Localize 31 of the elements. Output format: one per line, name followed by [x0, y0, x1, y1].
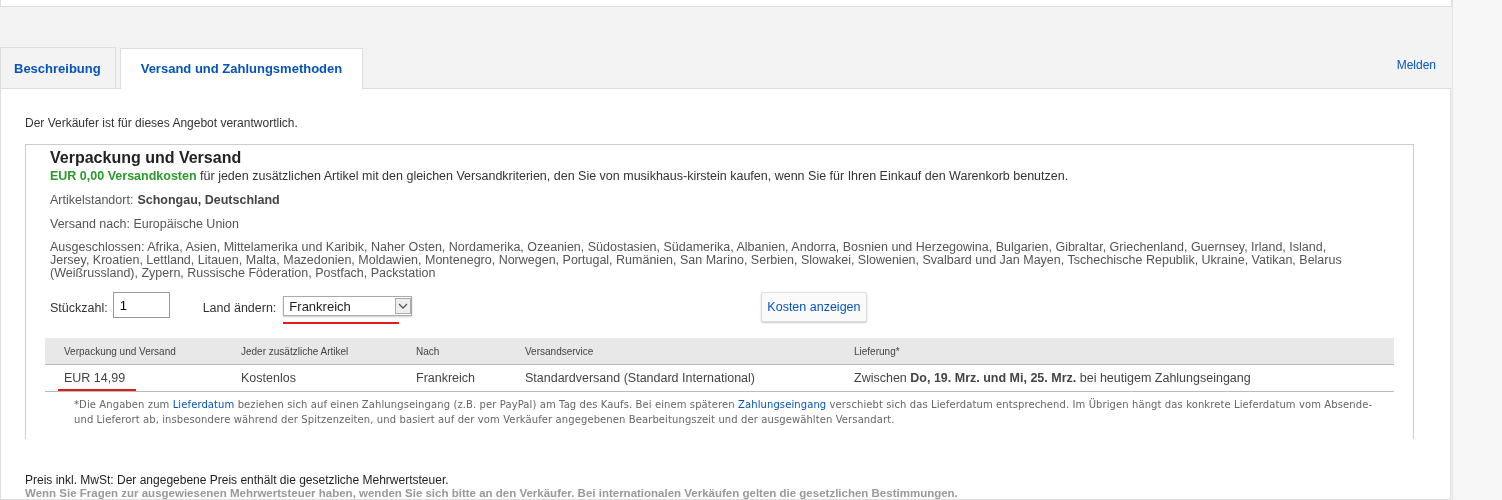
column-header: Verpackung und Versand: [63, 345, 177, 357]
quantity-field[interactable]: 1: [112, 292, 170, 318]
ships-to: Versand nach: Europäische Union: [50, 217, 240, 231]
tab[interactable]: Versand und Zahlungsmethoden: [119, 48, 364, 89]
column-header: Nach: [416, 345, 441, 357]
shipping-offer: EUR 0,00 Versandkosten für jeden zusätzlichen Artikel mit den gleichen Versandkriterien, den Sie von musikhaus-kirstein kaufen, wenn Sie für Ihren Einkauf den Warenkorb benutzen.: [50, 169, 1070, 183]
quantity-label: Stückzahl:: [50, 301, 108, 315]
caret-icon: [395, 298, 412, 314]
table-cell-text: Kostenlos: [241, 371, 297, 385]
country-dropdown[interactable]: Frankreich: [283, 296, 413, 316]
vat-note: Preis inkl. MwSt: Der angegebene Preis enthält die gesetzliche Mehrwertsteuer.: [25, 473, 450, 487]
country-label: Land ändern:: [202, 301, 277, 315]
seller-note: Der Verkäufer ist für dieses Angebot verantwortlich.: [25, 116, 299, 130]
show-costs-button[interactable]: Kosten anzeigen: [761, 292, 867, 322]
footnote-link[interactable]: Lieferdatum: [172, 399, 235, 410]
vat-hint: Wenn Sie Fragen zur ausgewiesenen Mehrwertsteuer haben, wenden Sie sich bitte an den Verkäufer. Bei internationalen Verkäufen gelten die gesetzlichen Bestimmungen.: [25, 487, 959, 499]
footnote-link[interactable]: Zahlungseingang: [738, 399, 827, 410]
report-link[interactable]: Melden: [1396, 58, 1436, 72]
table-cell-text: Standardversand (Standard International): [525, 371, 756, 385]
delivery-footnote: *Die Angaben zum Lieferdatum beziehen sich auf einen Zahlungseingang (z.B. per PayPal) am Tag des Kaufs. Bei einem späteren Zahlungseingang verschiebt sich das Lieferdatum entsprechend. Im Übrigen hängt das konkrete Lieferdatum vom Absende- und Lieferort ab, insbesondere während der Spitzenzeiten, und basiert auf der vom Verkäufer angegebenen Bearbeitungszeit und der ausgewählten Versandart.: [73, 397, 1374, 427]
table-cell-text: EUR 14,99: [64, 371, 127, 385]
table-cell-text: Frankreich: [416, 371, 477, 385]
column-header: Lieferung*: [854, 345, 901, 357]
location-label: Artikelstandort:: [50, 193, 134, 207]
section-title: Verpackung und Versand: [50, 149, 243, 167]
column-header: Jeder zusätzliche Artikel: [241, 345, 350, 357]
excluded-regions: Ausgeschlossen: Afrika, Asien, Mittelamerika und Karibik, Naher Osten, Nordamerika, Ozeanien, Südostasien, Südamerika, Albanien, Andorra, Bosnien und Herzegowina, Bulgarien, Gibraltar, Griechenland, Guernsey, Irland, Island, Jersey, Kroatien, Lettland, Litauen, Malta, Mazedonien, Moldawien, Montenegro, Norwegen, Portugal, Rumänien, San Marino, Serbien, Slowakei, Slowenien, Svalbard und Jan Mayen, Tschechische Republik, Ukraine, Vatikan, Belarus (Weißrussland), Zypern, Russische Föderation, Postfach, Packstation: [50, 241, 1343, 280]
tab[interactable]: Beschreibung: [0, 47, 116, 88]
column-header: Versandservice: [525, 345, 595, 357]
table-cell-text: Zwischen Do, 19. Mrz. und Mi, 25. Mrz. bei heutigem Zahlungseingang: [854, 371, 1252, 385]
item-location: Schongau, Deutschland: [137, 193, 280, 207]
